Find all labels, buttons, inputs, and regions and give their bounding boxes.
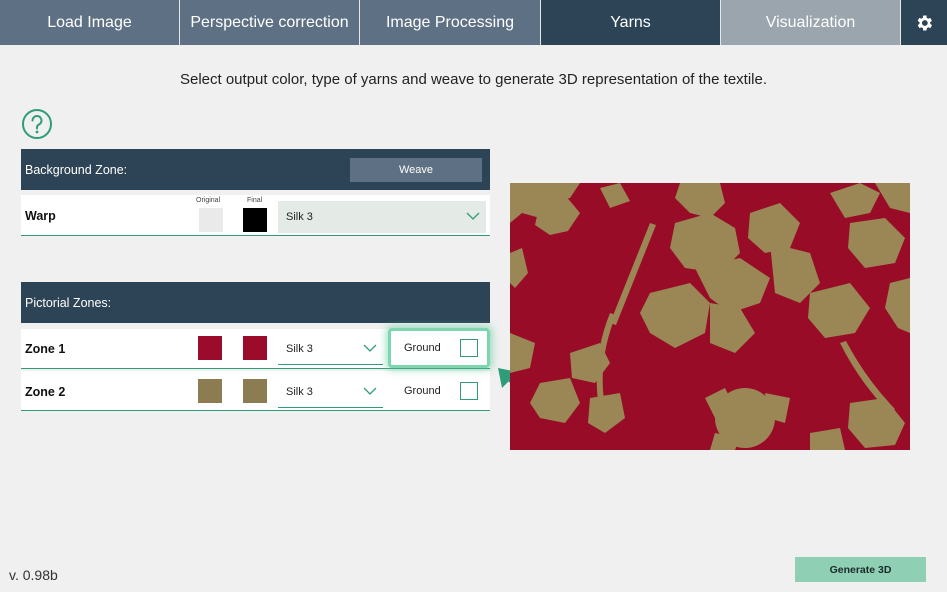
- original-caption: Original: [196, 197, 221, 204]
- tab-load-image[interactable]: Load Image: [0, 0, 180, 45]
- textile-preview: [510, 183, 910, 450]
- tab-label: Perspective correction: [190, 13, 349, 31]
- zone-2-row: Zone 2 Silk 3 Ground: [21, 371, 490, 411]
- zone-1-yarn-select[interactable]: Silk 3: [278, 333, 383, 365]
- zone-1-final-swatch[interactable]: [243, 336, 267, 360]
- zone-2-yarn-select[interactable]: Silk 3: [278, 376, 383, 408]
- gear-icon: [917, 15, 932, 30]
- tab-label: Load Image: [47, 13, 132, 31]
- chevron-down-icon: [466, 212, 480, 220]
- zone-2-ground-checkbox[interactable]: [460, 382, 478, 400]
- chevron-down-icon: [363, 387, 377, 395]
- zone-1-original-swatch[interactable]: [198, 336, 222, 360]
- settings-button[interactable]: [901, 0, 947, 45]
- warp-yarn-select[interactable]: Silk 3: [278, 201, 486, 233]
- ground-highlight: [388, 328, 490, 368]
- pictorial-zones-title: Pictorial Zones:: [25, 295, 112, 310]
- tab-image-processing[interactable]: Image Processing: [360, 0, 541, 45]
- tab-bar: Load Image Perspective correction Image …: [0, 0, 947, 45]
- tab-label: Visualization: [765, 13, 856, 31]
- version-label: v. 0.98b: [9, 567, 58, 583]
- warp-final-swatch[interactable]: [243, 208, 267, 232]
- weave-button[interactable]: Weave: [350, 158, 482, 182]
- pictorial-zones-header: Pictorial Zones:: [21, 282, 490, 323]
- chevron-down-icon: [363, 344, 377, 352]
- tab-yarns[interactable]: Yarns: [541, 0, 721, 45]
- zone-2-ground-label: Ground: [404, 385, 441, 397]
- question-circle-icon[interactable]: [21, 108, 53, 140]
- textile-preview-image: [510, 183, 910, 450]
- warp-original-swatch[interactable]: [199, 208, 223, 232]
- zone-2-label: Zone 2: [25, 385, 66, 399]
- warp-yarn-value: Silk 3: [286, 211, 313, 223]
- final-caption: Final: [247, 197, 263, 204]
- tab-label: Image Processing: [385, 13, 515, 31]
- tab-perspective-correction[interactable]: Perspective correction: [180, 0, 360, 45]
- background-zone-title: Background Zone:: [25, 162, 128, 177]
- warp-label: Warp: [25, 209, 56, 223]
- tab-label: Yarns: [610, 13, 651, 31]
- zone-2-yarn-value: Silk 3: [286, 385, 313, 398]
- zone-2-original-swatch[interactable]: [198, 379, 222, 403]
- zone-1-label: Zone 1: [25, 342, 66, 356]
- tab-visualization[interactable]: Visualization: [721, 0, 901, 45]
- instructions-text: Select output color, type of yarns and w…: [179, 71, 768, 88]
- generate-3d-button[interactable]: Generate 3D: [795, 557, 926, 582]
- zone-1-yarn-value: Silk 3: [286, 342, 313, 355]
- zone-2-final-swatch[interactable]: [243, 379, 267, 403]
- warp-row: Warp Original Final Silk 3: [21, 195, 490, 236]
